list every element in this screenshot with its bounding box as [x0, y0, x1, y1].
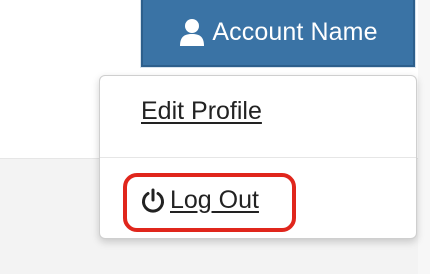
edit-profile-link[interactable]: Edit Profile [141, 97, 262, 126]
power-icon [140, 188, 166, 214]
logout-label: Log Out [170, 186, 259, 214]
account-name-label: Account Name [212, 18, 378, 46]
user-icon [178, 18, 206, 46]
logout-link[interactable]: Log Out [140, 186, 259, 215]
account-menu-button[interactable]: Account Name [141, 0, 415, 67]
account-dropdown-menu: Edit Profile Log Out [99, 75, 417, 239]
menu-divider [100, 157, 416, 158]
page-side-strip [418, 0, 430, 274]
